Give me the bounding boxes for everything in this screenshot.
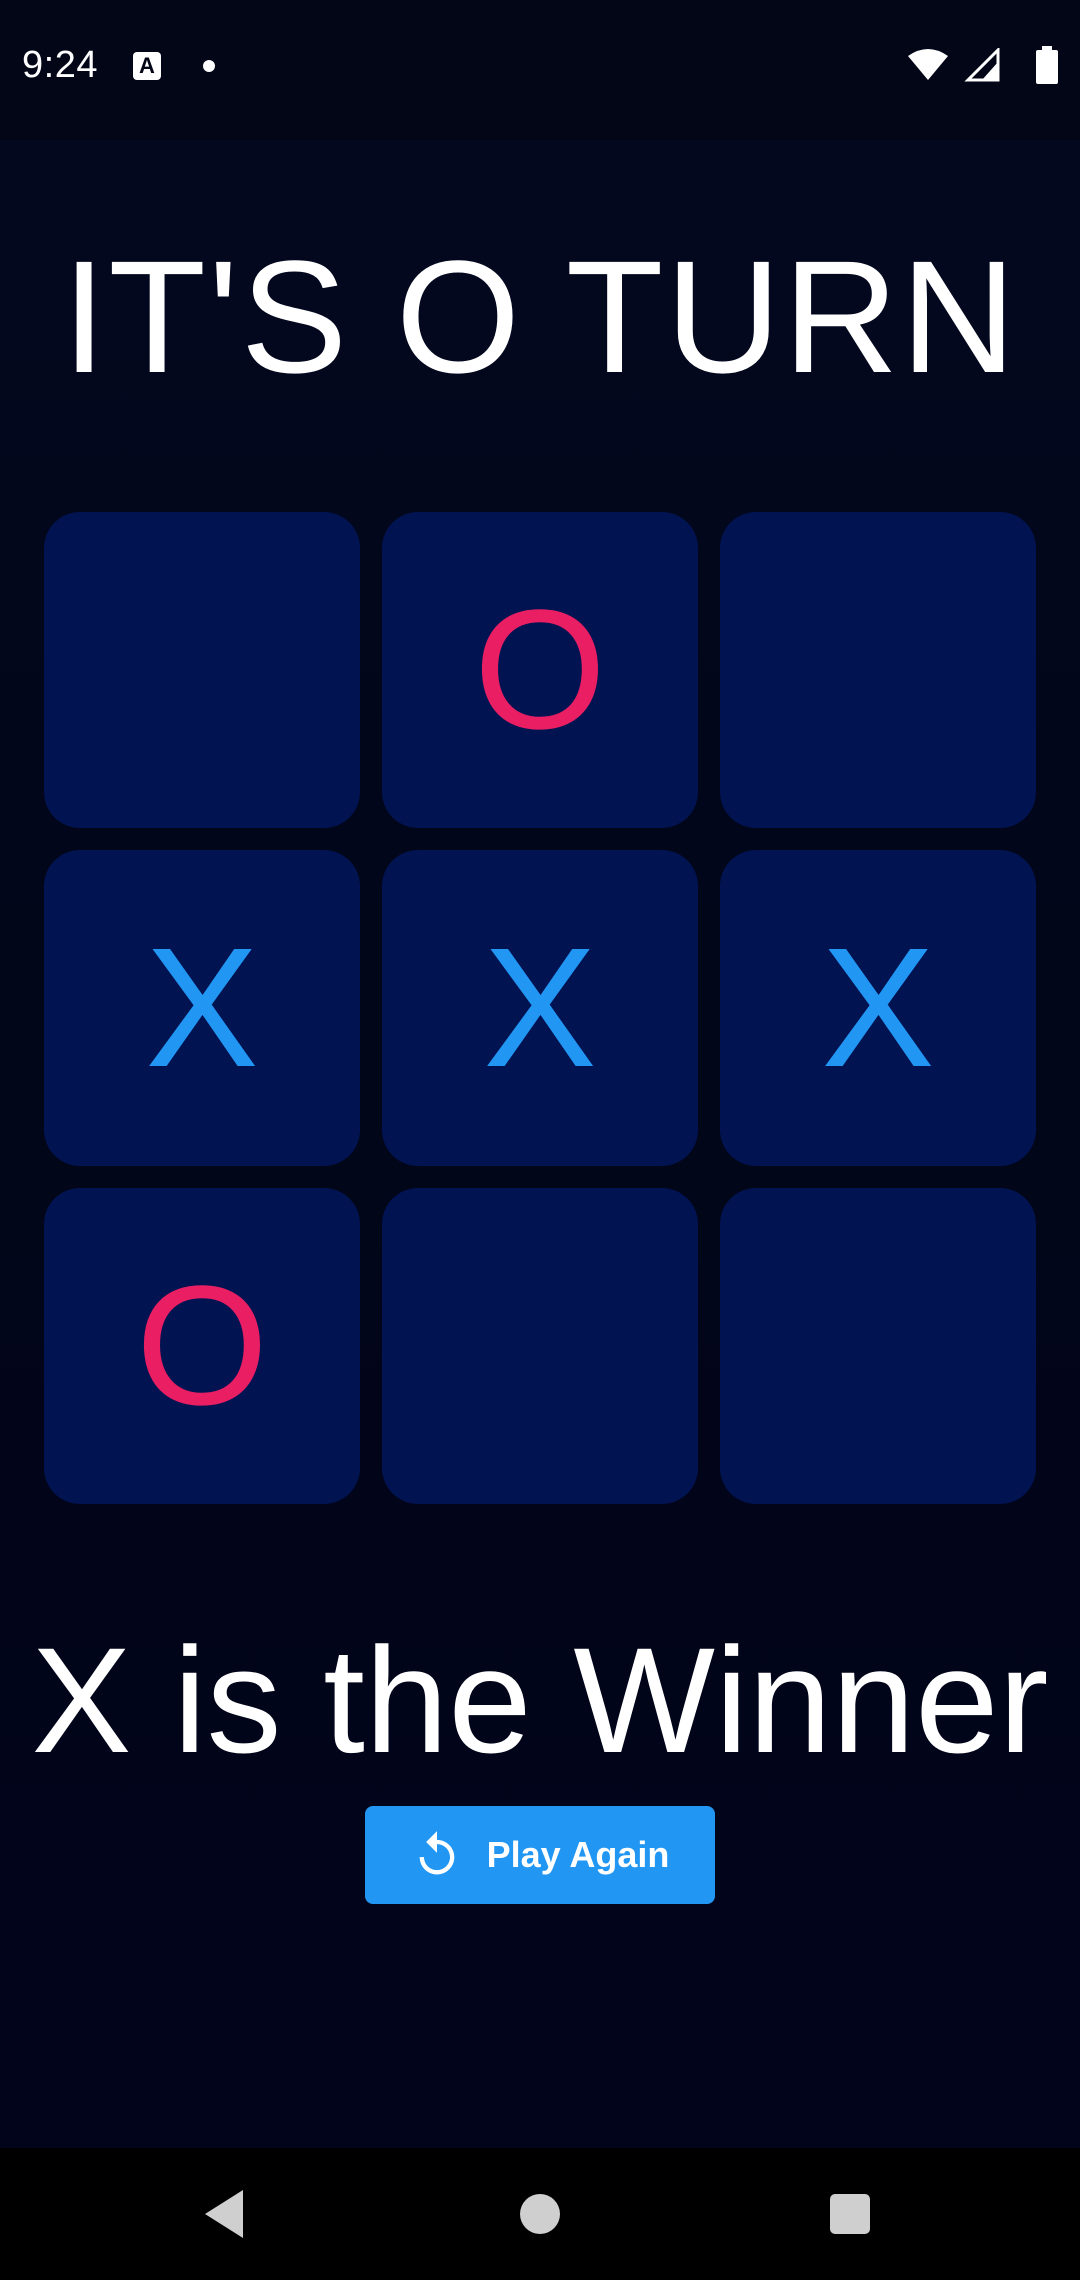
board-cell-3-3[interactable] — [720, 1188, 1036, 1504]
back-icon[interactable] — [203, 2186, 247, 2242]
game-board: O X X X O — [44, 512, 1036, 1504]
navigation-bar — [0, 2148, 1080, 2280]
refresh-icon — [419, 1831, 454, 1875]
play-again-label: Play Again — [486, 1834, 670, 1875]
status-time: 9:24 — [22, 44, 98, 86]
cell-mark: X — [483, 913, 597, 1103]
cell-mark: X — [145, 913, 259, 1103]
board-cell-2-1[interactable]: X — [44, 850, 360, 1166]
board-cell-2-3[interactable]: X — [720, 850, 1036, 1166]
cell-mark: O — [473, 575, 607, 765]
play-again-button[interactable]: Play Again — [365, 1806, 715, 1904]
board-cell-1-3[interactable] — [720, 512, 1036, 828]
home-icon[interactable] — [520, 2194, 560, 2234]
wifi-icon — [908, 49, 948, 80]
notification-dot-icon — [203, 60, 215, 72]
status-bar: 9:24 A — [0, 0, 1080, 140]
board-cell-3-1[interactable]: O — [44, 1188, 360, 1504]
signal-icon — [964, 48, 1000, 82]
cell-mark: O — [135, 1251, 269, 1441]
board-cell-2-2[interactable]: X — [382, 850, 698, 1166]
recents-icon[interactable] — [830, 2194, 870, 2234]
battery-icon — [1036, 46, 1058, 84]
keyboard-a-icon: A — [133, 52, 161, 80]
board-cell-1-2[interactable]: O — [382, 512, 698, 828]
turn-title: IT'S O TURN — [61, 227, 1019, 406]
cell-mark: X — [821, 913, 935, 1103]
board-cell-3-2[interactable] — [382, 1188, 698, 1504]
winner-text: X is the Winner — [31, 1616, 1049, 1784]
board-cell-1-1[interactable] — [44, 512, 360, 828]
